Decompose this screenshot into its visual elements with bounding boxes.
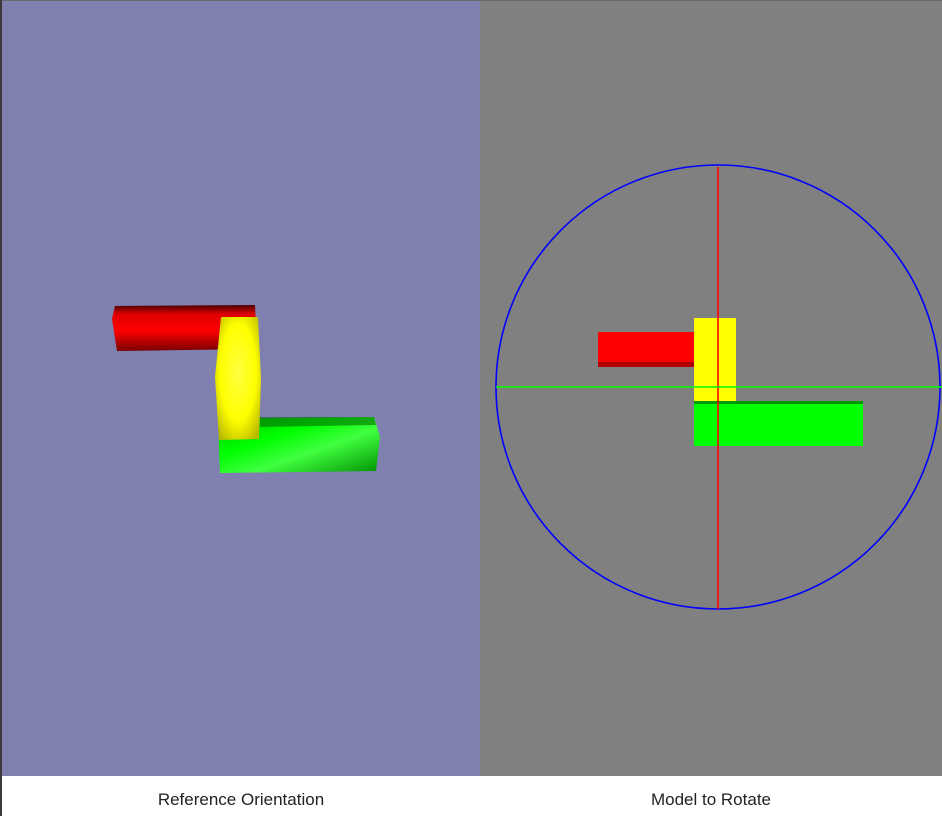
model-caption: Model to Rotate [650,790,771,809]
reference-caption: Reference Orientation [157,790,325,809]
model-red-block [598,332,696,367]
reference-yellow-block [215,317,261,440]
model-green-block [694,401,863,446]
orientation-task: Reference Orientation Model to Rotate [0,0,942,816]
reference-viewport [2,1,480,776]
model-viewport[interactable] [480,1,942,776]
model-yellow-block [694,318,736,404]
model-scene[interactable] [480,1,942,776]
model-green-block-edge [694,401,863,404]
model-red-block-edge [598,362,696,367]
reference-scene [2,1,480,776]
